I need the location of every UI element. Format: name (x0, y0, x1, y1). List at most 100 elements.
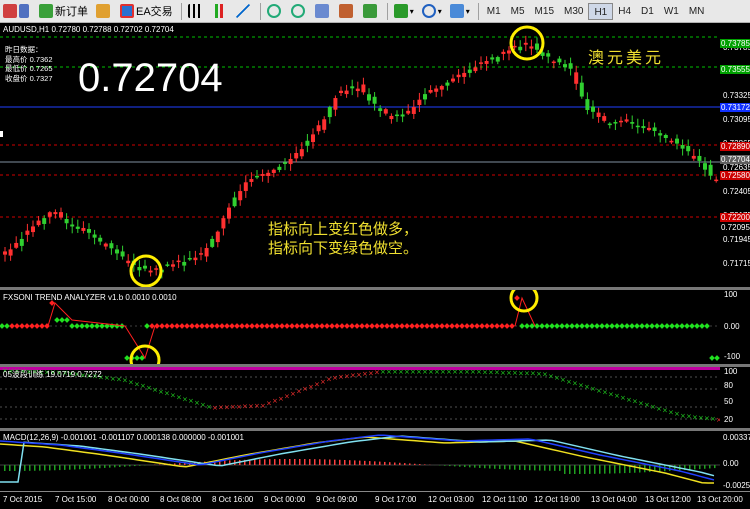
timeframe-h4[interactable]: H4 (613, 3, 636, 20)
bar-chart-button[interactable] (185, 2, 207, 21)
tile-windows-button[interactable] (312, 2, 334, 21)
candle-chart-button[interactable] (209, 2, 231, 21)
trend-dot (469, 323, 475, 329)
line-chart-button[interactable] (233, 2, 255, 21)
macd-bar (559, 465, 561, 471)
osc-tick: 100 (724, 367, 738, 376)
trend-dot (264, 323, 270, 329)
macd-bar (324, 459, 326, 465)
candle-body (585, 99, 590, 111)
candle-body (512, 45, 517, 48)
indicators-button[interactable]: ▾ (391, 2, 417, 21)
timeframe-m30[interactable]: M30 (559, 3, 588, 20)
timeframe-d1[interactable]: D1 (636, 3, 659, 20)
osc-point: × (140, 382, 146, 390)
price-tick: 0.71715 (723, 259, 750, 268)
trend-dot (444, 323, 450, 329)
price-tag: 0.72580 (720, 171, 750, 180)
trend-dot (439, 323, 445, 329)
macd-bar (334, 459, 336, 465)
candle-body (669, 140, 674, 143)
osc-point: × (710, 415, 716, 423)
trend-dot (664, 323, 670, 329)
macd-bar (299, 459, 301, 465)
navigator-button[interactable] (93, 2, 115, 21)
macd-bar (554, 465, 556, 471)
candle-body (361, 84, 366, 93)
candle-body (227, 207, 231, 219)
price-tick: 0.73095 (723, 115, 750, 124)
candle-body (115, 249, 119, 254)
zoom-out-button[interactable] (288, 2, 310, 21)
macd-bar (79, 465, 81, 470)
candle-body (518, 46, 523, 51)
price-tag: 0.72890 (720, 142, 750, 151)
timeframe-m15[interactable]: M15 (530, 3, 559, 20)
osc-point: × (452, 368, 458, 376)
autoscroll-button[interactable] (360, 2, 382, 21)
separator (477, 2, 479, 20)
macd-bar (509, 465, 511, 470)
timeframe-w1[interactable]: W1 (659, 3, 684, 20)
macd-bar (459, 465, 461, 467)
osc-point: × (182, 395, 188, 403)
timeframe-m5[interactable]: M5 (506, 3, 530, 20)
candle-body (143, 265, 147, 269)
osc-point: × (464, 368, 470, 376)
trend-dot (514, 295, 520, 301)
osc-point: × (512, 369, 518, 377)
templates-button[interactable]: ▾ (447, 2, 473, 21)
chart-shift-button[interactable] (336, 2, 358, 21)
osc-point: × (578, 381, 584, 389)
trend-dot (649, 323, 655, 329)
trend-dot (54, 317, 60, 323)
osc-point: × (146, 384, 152, 392)
trend-dot (684, 323, 690, 329)
macd-panel[interactable]: MACD(12,26,9) -0.001001 -0.001107 0.0001… (0, 431, 720, 491)
osc-point: × (404, 368, 410, 376)
periods-button[interactable]: ▾ (419, 2, 445, 21)
chevron-down-icon: ▾ (465, 6, 470, 16)
osc-point: × (632, 398, 638, 406)
zoom-in-button[interactable] (264, 2, 286, 21)
price-axis[interactable]: 0.737850.735550.733250.730950.728650.726… (720, 23, 750, 287)
new-order-button[interactable]: 新订单 (36, 2, 91, 21)
candle-body (277, 166, 282, 170)
trend-dot (314, 323, 320, 329)
timeframe-m1[interactable]: M1 (482, 3, 506, 20)
timeframe-h1[interactable]: H1 (588, 2, 614, 20)
macd-bar (179, 463, 181, 465)
osc-point: × (398, 368, 404, 376)
candle-body (462, 72, 467, 77)
osc-point: × (242, 403, 248, 411)
main-chart[interactable]: AUDUSD,H1 0.72780 0.72788 0.72702 0.7270… (0, 23, 720, 287)
trend-panel[interactable]: FXSONI TREND ANALYZER v1.b 0.0010 0.0010 (0, 290, 720, 364)
time-axis[interactable]: 7 Oct 2015 7 Oct 15:00 8 Oct 00:00 8 Oct 08… (0, 491, 750, 509)
trend-tick: 100 (724, 290, 738, 299)
timeframe-mn[interactable]: MN (684, 3, 710, 20)
macd-bar (659, 465, 661, 472)
zoom-out-icon (290, 4, 305, 18)
trend-dot (524, 323, 530, 329)
macd-bar (304, 459, 306, 465)
macd-bar (704, 465, 706, 469)
trend-dot (499, 323, 505, 329)
candle-body (243, 182, 248, 191)
macd-bar (259, 459, 261, 465)
macd-bar (274, 459, 276, 465)
macd-bar (39, 465, 41, 471)
ea-button[interactable]: EA交易 (117, 2, 176, 21)
osc-point: × (554, 374, 560, 382)
osc-tick: 80 (724, 381, 733, 390)
candle-body (283, 162, 287, 164)
macd-bar (389, 462, 391, 465)
macd-bar (479, 465, 481, 468)
osc-point: × (272, 397, 278, 405)
macd-bar (309, 459, 311, 465)
macd-bar (609, 465, 611, 474)
candle-body (98, 237, 103, 242)
candle-body (103, 243, 108, 247)
toolbar: 新订单 EA交易 ▾ ▾ ▾ M1 M5 M15 M30 H1 H4 D1 W1 MN (0, 0, 750, 23)
new-chart-button[interactable] (0, 2, 34, 21)
oscillator-panel[interactable]: × × × × × × × × × × × × × × × × × × × × × × × × × × × × × × × × × × × × × × × ×… (0, 367, 720, 428)
